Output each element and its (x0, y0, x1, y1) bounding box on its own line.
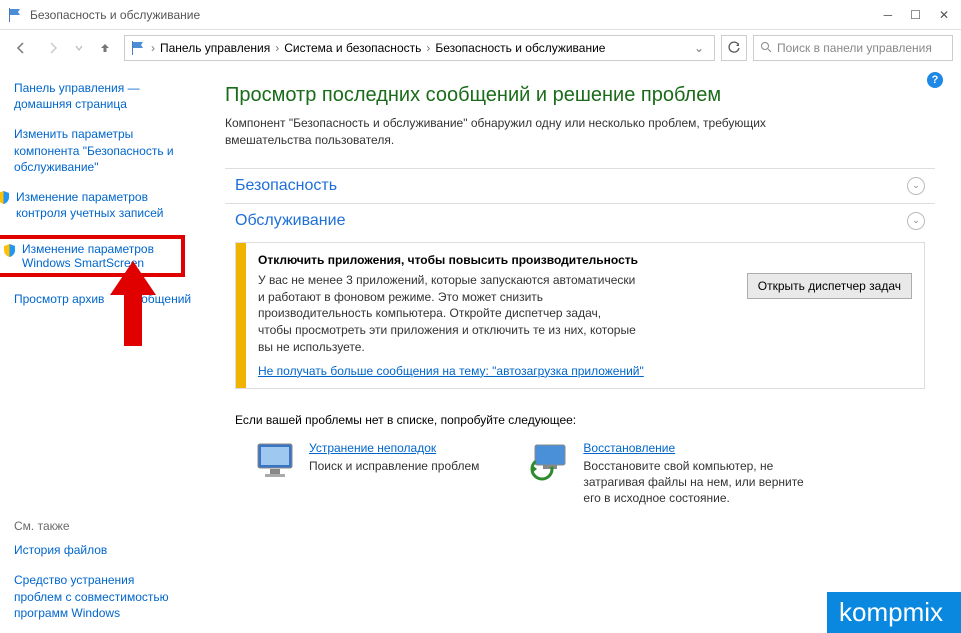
chevron-down-icon[interactable]: ⌄ (907, 212, 925, 230)
sidebar-file-history-link[interactable]: История файлов (14, 542, 185, 558)
up-button[interactable] (92, 35, 118, 61)
address-bar[interactable]: › Панель управления › Система и безопасн… (124, 35, 715, 61)
recent-button[interactable] (72, 35, 86, 61)
refresh-button[interactable] (721, 35, 747, 61)
troubleshoot-desc: Поиск и исправление проблем (309, 458, 479, 474)
window-title: Безопасность и обслуживание (30, 8, 884, 22)
flag-icon (129, 39, 147, 57)
try-following-label: Если вашей проблемы нет в списке, попроб… (235, 413, 935, 427)
back-button[interactable] (8, 35, 34, 61)
minimize-button[interactable]: ─ (884, 8, 893, 22)
title-bar: Безопасность и обслуживание ─ ☐ ✕ (0, 0, 961, 30)
maintenance-section-label: Обслуживание (235, 212, 345, 230)
open-task-manager-button[interactable]: Открыть диспетчер задач (747, 273, 912, 299)
forward-button[interactable] (40, 35, 66, 61)
page-subtitle: Компонент "Безопасность и обслуживание" … (225, 115, 845, 150)
recovery-link[interactable]: Восстановление (583, 441, 819, 455)
annotation-red-arrow-icon (108, 261, 158, 349)
shield-icon (2, 243, 17, 258)
sidebar-uac-link[interactable]: Изменение параметров контроля учетных за… (16, 189, 185, 221)
search-input[interactable]: Поиск в панели управления (753, 35, 953, 61)
main-content: ? Просмотр последних сообщений и решение… (195, 66, 961, 633)
sidebar-home-link[interactable]: Панель управления — домашняя страница (14, 80, 185, 112)
notice-color-bar (236, 243, 246, 388)
performance-notice: Отключить приложения, чтобы повысить про… (235, 242, 925, 389)
sidebar-archive-link[interactable]: Просмотр архив ообщений (14, 291, 185, 307)
recovery-desc: Восстановите свой компьютер, не затрагив… (583, 458, 819, 507)
security-section-header[interactable]: Безопасность ⌄ (225, 168, 935, 203)
breadcrumb-control-panel[interactable]: Панель управления (156, 41, 274, 55)
troubleshoot-link[interactable]: Устранение неполадок (309, 441, 479, 455)
recovery-icon (529, 441, 573, 481)
search-placeholder: Поиск в панели управления (777, 41, 932, 55)
search-icon (760, 41, 772, 56)
flag-icon (6, 6, 24, 24)
recovery-tile[interactable]: Восстановление Восстановите свой компьют… (529, 441, 819, 507)
close-button[interactable]: ✕ (939, 8, 949, 22)
sidebar-compat-troubleshoot-link[interactable]: Средство устранения проблем с совместимо… (14, 572, 185, 621)
breadcrumb-security-maintenance[interactable]: Безопасность и обслуживание (431, 41, 609, 55)
toolbar: › Панель управления › Система и безопасн… (0, 30, 961, 66)
watermark: kompmix (827, 592, 961, 633)
see-also-section: См. также История файлов Средство устран… (14, 519, 185, 621)
breadcrumb-system-security[interactable]: Система и безопасность (280, 41, 425, 55)
chevron-down-icon[interactable]: ⌄ (688, 41, 710, 55)
security-section-label: Безопасность (235, 177, 337, 195)
notice-text: У вас не менее 3 приложений, которые зап… (258, 272, 638, 356)
shield-icon (0, 190, 11, 205)
notice-suppress-link[interactable]: Не получать больше сообщения на тему: "а… (258, 364, 644, 378)
sidebar-change-params-link[interactable]: Изменить параметры компонента "Безопасно… (14, 126, 185, 175)
maximize-button[interactable]: ☐ (910, 8, 921, 22)
maintenance-section-header[interactable]: Обслуживание ⌄ (225, 203, 935, 238)
page-title: Просмотр последних сообщений и решение п… (225, 84, 935, 107)
sidebar: Панель управления — домашняя страница Из… (0, 66, 195, 633)
monitor-icon (255, 441, 299, 481)
see-also-heading: См. также (14, 519, 185, 533)
notice-title: Отключить приложения, чтобы повысить про… (258, 253, 735, 267)
troubleshoot-tile[interactable]: Устранение неполадок Поиск и исправление… (255, 441, 479, 507)
help-icon[interactable]: ? (927, 72, 943, 88)
chevron-down-icon[interactable]: ⌄ (907, 177, 925, 195)
